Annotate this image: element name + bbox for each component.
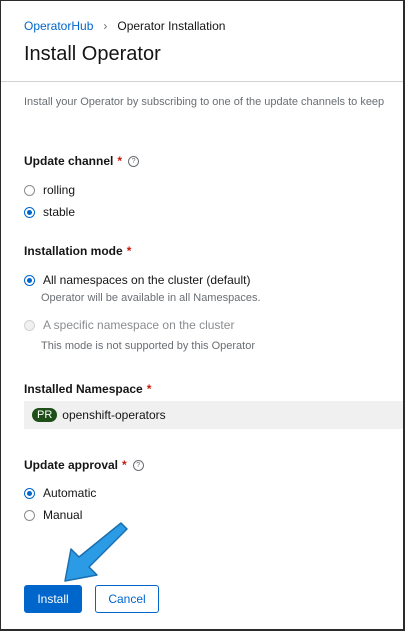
intro-text: Install your Operator by subscribing to … [24,96,385,108]
pointer-arrow-icon [64,522,128,582]
header-divider [1,81,403,82]
breadcrumb-separator: › [103,19,108,33]
help-icon[interactable]: ? [132,459,144,471]
mode-option-description: Operator will be available in all Namesp… [41,292,261,304]
mode-option-specific-namespace[interactable]: A specific namespace on the cluster [24,318,234,332]
mode-option-description: This mode is not supported by this Opera… [41,340,255,352]
radio-automatic[interactable] [24,487,35,499]
mode-option-all-namespaces[interactable]: All namespaces on the cluster (default) [24,273,250,287]
radio-manual[interactable] [24,509,35,521]
installed-namespace-value: openshift-operators [62,408,166,422]
install-button[interactable]: Install [24,585,82,613]
cancel-button[interactable]: Cancel [95,585,159,613]
approval-option-automatic[interactable]: Automatic [24,486,96,500]
required-marker: * [126,244,132,258]
update-approval-label-text: Update approval [24,458,119,472]
breadcrumb-current: Operator Installation [117,19,226,33]
mode-option-label: A specific namespace on the cluster [43,318,235,332]
channel-option-label: stable [43,205,76,219]
install-operator-page: OperatorHub › Operator Installation Inst… [0,0,405,631]
approval-option-label: Automatic [43,486,97,500]
required-marker: * [117,154,123,168]
radio-specific-namespace[interactable] [24,319,35,331]
update-channel-label-text: Update channel [24,154,114,168]
breadcrumb-operatorhub-link[interactable]: OperatorHub [24,19,93,33]
project-badge: PR [32,408,58,422]
help-icon[interactable]: ? [128,155,140,167]
installed-namespace-label-text: Installed Namespace [24,382,143,396]
update-approval-label: Update approval * ? [24,458,144,472]
channel-option-label: rolling [43,183,76,197]
required-marker: * [146,382,152,396]
breadcrumb: OperatorHub › Operator Installation [24,19,225,33]
radio-rolling[interactable] [24,184,35,196]
channel-option-stable[interactable]: stable [24,205,75,219]
installed-namespace-field: PR openshift-operators [24,401,403,429]
mode-option-label: All namespaces on the cluster (default) [43,273,251,287]
installed-namespace-label: Installed Namespace * [24,382,151,396]
radio-stable[interactable] [24,206,35,218]
installation-mode-label: Installation mode * [24,244,131,258]
radio-all-namespaces[interactable] [24,274,35,286]
installation-mode-label-text: Installation mode [24,244,123,258]
channel-option-rolling[interactable]: rolling [24,183,75,197]
update-channel-label: Update channel * ? [24,154,140,168]
page-title: Install Operator [24,43,161,65]
required-marker: * [122,458,127,472]
